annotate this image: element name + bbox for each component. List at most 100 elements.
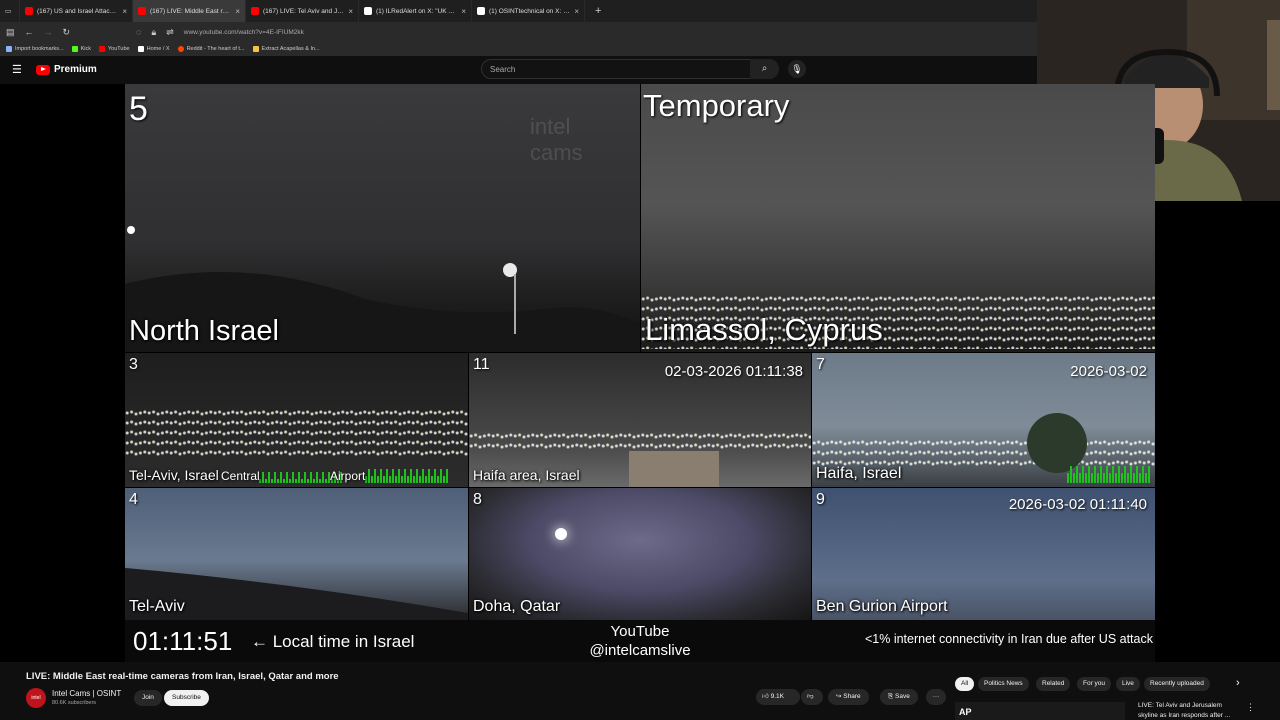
recommendation-title-line1[interactable]: LIVE: Tel Aviv and Jerusalem [1138,702,1222,709]
kick-icon [71,46,78,52]
audio-meter-bar [428,469,430,483]
audio-meter-bar [304,472,306,483]
chip-live[interactable]: Live [1116,677,1140,691]
microphone-icon[interactable]: 🎙︎ [788,60,806,78]
chevron-right-icon[interactable]: › [1236,677,1240,689]
wall [629,451,719,487]
youtube-icon [99,46,105,52]
channel-handle-line1: YouTube [610,623,670,640]
chip-recently-uploaded[interactable]: Recently uploaded [1144,677,1210,691]
cam-limassol: Temporary Limassol, Cyprus [641,84,1155,352]
bookmark-x[interactable]: Home / X [137,46,170,52]
audio-meter-bar [322,472,324,483]
cam-label: Tel-Aviv [129,598,185,615]
bookmark-kick[interactable]: Kick [71,46,91,52]
city-lights [125,408,468,458]
join-button[interactable]: Join [134,690,162,706]
chip-politics-news[interactable]: Politics News [978,677,1029,691]
audio-meter-bar [446,469,448,483]
cam-number: 4 [129,491,138,508]
hamburger-menu-icon[interactable]: ☰ [12,63,22,76]
cam-tel-aviv-4: 4 Tel-Aviv [125,488,468,620]
recommendation-title-line2[interactable]: skyline as Iran responds after ... [1138,712,1230,719]
audio-meter-bar [310,472,312,483]
live-clock: 01:11:51 [133,626,233,656]
audio-meter-bar [413,476,415,483]
cam-ben-gurion: 9 2026-03-02 01:11:40 Ben Gurion Airport [812,488,1155,620]
audio-meter [365,465,448,483]
browser-tab-active[interactable]: (167) LIVE: Middle East real- × [133,0,246,22]
search-input[interactable]: Search [481,59,779,79]
browser-tab-bar: ▭ (167) US and Israel Attack Iran × (167)… [0,0,1040,22]
bookmark-extract[interactable]: Extract Acapellas & In... [252,46,320,52]
cam-label: Haifa, Israel [816,465,902,482]
close-icon[interactable]: × [574,7,579,16]
video-player[interactable]: 5 intel cams North Israel Temporary Lima… [125,84,1155,662]
recommendation-thumbnail[interactable]: AP [955,702,1125,720]
audio-meter-bar [1094,466,1096,483]
audio-meter-bar [1091,473,1093,483]
shield-icon[interactable]: ◌ [136,27,141,37]
more-vert-icon[interactable]: ⋮ [1246,702,1255,713]
audio-meter-bar [1127,473,1129,483]
audio-meter-bar [286,472,288,483]
close-icon[interactable]: × [235,7,240,16]
cam-number: 9 [816,491,825,508]
chip-all[interactable]: All [955,677,975,691]
avatar[interactable]: intel [26,688,46,708]
browser-tab[interactable]: (1) OSINTtechnical on X: "Foota × [472,0,585,22]
audio-meter-bar [1073,473,1075,483]
dislike-button[interactable]: 👎︎ [801,689,823,705]
youtube-logo[interactable]: Premium [36,64,97,75]
like-button[interactable]: 👍︎ 9.1K [756,689,800,705]
audio-meter-bar [1145,473,1147,483]
tab-favicon-icon [364,7,372,15]
more-actions-button[interactable]: ··· [926,689,946,705]
cam-title: Temporary [643,88,790,123]
save-button[interactable]: ⎘ Save [880,689,918,705]
chip-for-you[interactable]: For you [1077,677,1112,691]
audio-meter-bar [425,476,427,483]
browser-tab[interactable]: (167) US and Israel Attack Iran × [20,0,133,22]
url-field[interactable]: www.youtube.com/watch?v=4E-IFIUM2kk [184,29,304,36]
subscribe-button[interactable]: Subscribe [164,690,209,706]
bookmark-youtube[interactable]: YouTube [99,46,130,52]
forward-icon[interactable]: → [44,27,53,37]
lock-icon[interactable]: 🔒︎ [151,27,156,38]
site-settings-icon[interactable]: ⇌ [166,27,174,38]
audio-meter-bar [1130,466,1132,483]
share-button[interactable]: ↪ Share [828,689,869,705]
close-icon[interactable]: × [122,7,127,16]
browser-tab[interactable]: (167) LIVE: Tel Aviv and Jerusale × [246,0,359,22]
share-icon: ↪ [836,693,842,700]
close-icon[interactable]: × [461,7,466,16]
browser-tab[interactable]: (1) ILRedAlert on X: "UK Prime M × [359,0,472,22]
audio-meter-bar [407,476,409,483]
audio-meter-bar [1103,473,1105,483]
audio-meter-bar [422,469,424,483]
bookmark-label: YouTube [108,46,130,52]
cam-haifa-area: 11 02-03-2026 01:11:38 Haifa area, Israe… [469,353,811,487]
bookmark-reddit[interactable]: Reddit - The heart of t... [177,46,245,52]
audio-meter-bar [1097,473,1099,483]
audio-meter-bar [1088,466,1090,483]
chip-related[interactable]: Related [1036,677,1071,691]
ap-logo: AP [959,707,972,717]
browser-menu[interactable]: ▭ [0,0,20,22]
channel-name[interactable]: Intel Cams | OSINT [52,689,121,698]
reload-icon[interactable]: ↻ [63,27,71,38]
audio-meter-bar [277,479,279,483]
audio-meter-bar [371,476,373,483]
new-tab-button[interactable]: + [585,5,611,17]
thumbs-down-icon: 👎︎ [807,693,814,700]
bookmark-import[interactable]: Import bookmarks... [6,46,64,52]
close-icon[interactable]: × [348,7,353,16]
tab-title: (167) LIVE: Tel Aviv and Jerusale [263,7,344,15]
search-icon[interactable]: ⌕ [750,59,779,79]
back-icon[interactable]: ← [25,27,34,37]
audio-meter-bar [301,479,303,483]
sidebar-toggle-icon[interactable]: ▤ [6,27,15,38]
cam-number: 7 [816,356,825,373]
cam-sublabel: Airport [330,469,366,483]
audio-meter-bar [383,476,385,483]
